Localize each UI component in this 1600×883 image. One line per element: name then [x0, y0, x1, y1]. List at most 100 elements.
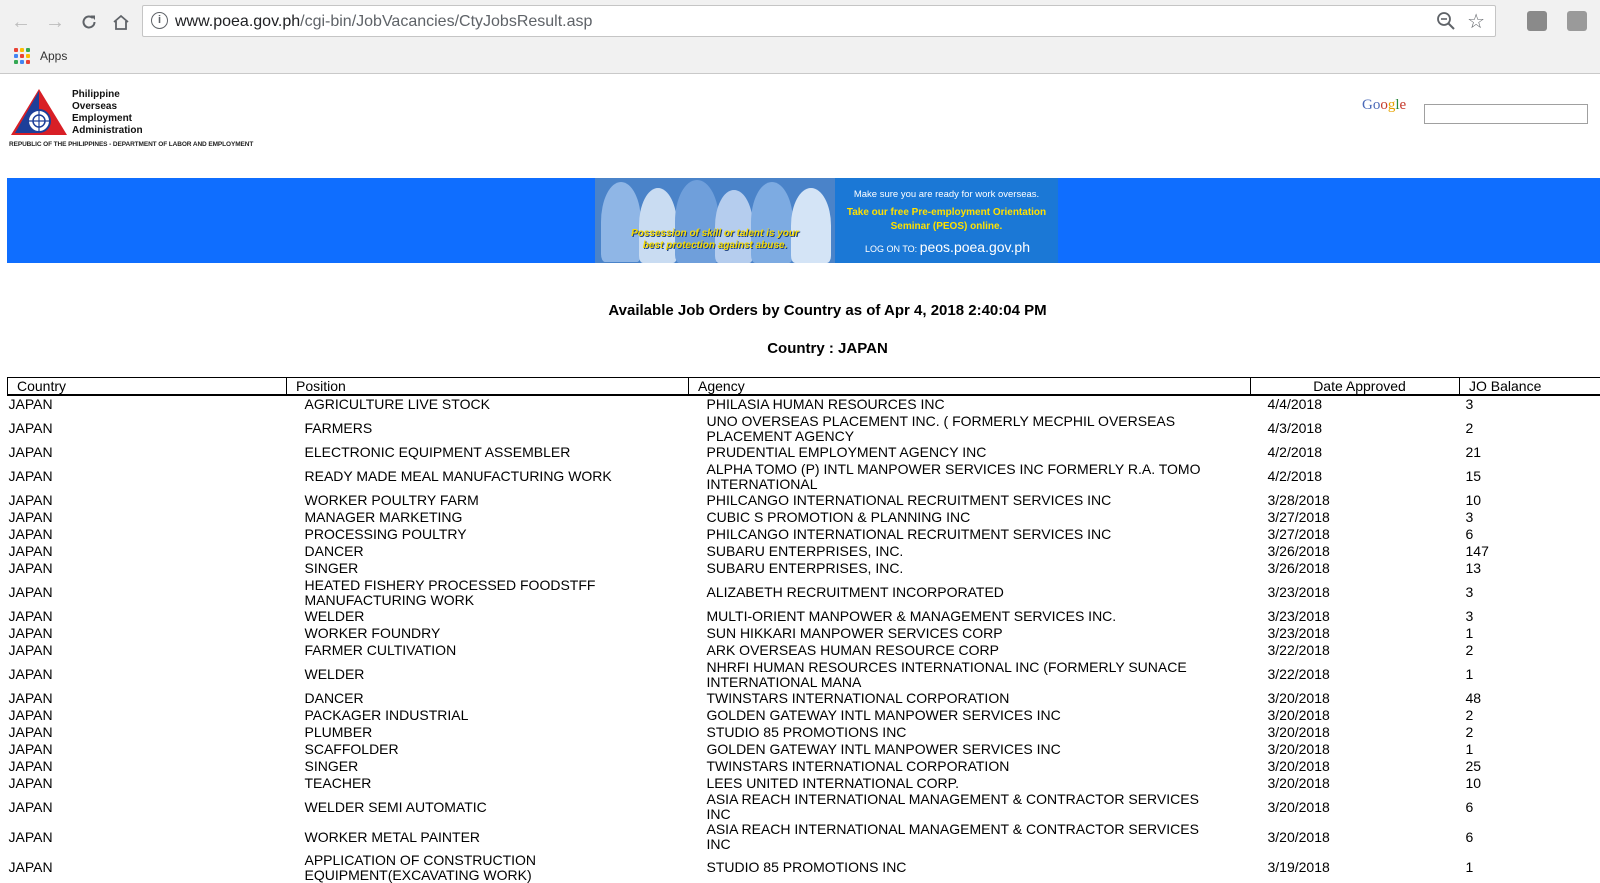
cell-agency: ALIZABETH RECRUITMENT INCORPORATED	[689, 577, 1251, 608]
cell-agency: GOLDEN GATEWAY INTL MANPOWER SERVICES IN…	[689, 741, 1251, 758]
cell-agency: STUDIO 85 PROMOTIONS INC	[689, 852, 1251, 883]
cell-agency: ARK OVERSEAS HUMAN RESOURCE CORP	[689, 642, 1251, 659]
cell-jo-balance: 2	[1460, 413, 1600, 444]
workers-illustration: Possession of skill or talent is your be…	[595, 178, 835, 263]
table-row: JAPANREADY MADE MEAL MANUFACTURING WORKA…	[8, 461, 1600, 492]
banner-message: Make sure you are ready for work oversea…	[835, 178, 1058, 263]
table-row: JAPANFARMER CULTIVATIONARK OVERSEAS HUMA…	[8, 642, 1600, 659]
cell-jo-balance: 6	[1460, 526, 1600, 543]
table-header-row: Country Position Agency Date Approved JO…	[8, 378, 1600, 396]
cell-date-approved: 3/20/2018	[1251, 758, 1460, 775]
cell-agency: PRUDENTIAL EMPLOYMENT AGENCY INC	[689, 444, 1251, 461]
site-search-input[interactable]	[1424, 104, 1588, 124]
cell-position: WORKER POULTRY FARM	[287, 492, 689, 509]
zoom-icon[interactable]	[1435, 10, 1457, 32]
cell-jo-balance: 1	[1460, 741, 1600, 758]
table-row: JAPANSCAFFOLDERGOLDEN GATEWAY INTL MANPO…	[8, 741, 1600, 758]
cell-agency: PHILCANGO INTERNATIONAL RECRUITMENT SERV…	[689, 492, 1251, 509]
banner-caption: Possession of skill or talent is your be…	[625, 228, 805, 252]
table-row: JAPANPLUMBERSTUDIO 85 PROMOTIONS INC3/20…	[8, 724, 1600, 741]
banner-logon: LOG ON TO: peos.poea.gov.ph	[865, 239, 1030, 255]
forward-arrow-icon[interactable]: →	[40, 8, 70, 36]
cell-date-approved: 3/27/2018	[1251, 526, 1460, 543]
cell-country: JAPAN	[8, 775, 287, 792]
poea-emblem-icon	[9, 87, 69, 139]
url-path: /cgi-bin/JobVacancies/CtyJobsResult.asp	[300, 13, 592, 30]
cell-date-approved: 4/3/2018	[1251, 413, 1460, 444]
cell-country: JAPAN	[8, 492, 287, 509]
cell-date-approved: 3/23/2018	[1251, 577, 1460, 608]
cell-agency: NHRFI HUMAN RESOURCES INTERNATIONAL INC …	[689, 659, 1251, 690]
country-heading: Country : JAPAN	[0, 340, 1600, 357]
cell-country: JAPAN	[8, 659, 287, 690]
address-bar[interactable]: i www.poea.gov.ph/cgi-bin/JobVacancies/C…	[142, 5, 1496, 37]
cell-date-approved: 3/20/2018	[1251, 792, 1460, 822]
cell-country: JAPAN	[8, 792, 287, 822]
cell-jo-balance: 2	[1460, 724, 1600, 741]
cell-agency: TWINSTARS INTERNATIONAL CORPORATION	[689, 690, 1251, 707]
home-icon[interactable]	[106, 8, 136, 36]
cell-position: WELDER	[287, 659, 689, 690]
cell-agency: TWINSTARS INTERNATIONAL CORPORATION	[689, 758, 1251, 775]
back-arrow-icon[interactable]: ←	[6, 8, 36, 36]
logo-name: Philippine Overseas Employment Administr…	[72, 89, 143, 137]
cell-jo-balance: 3	[1460, 608, 1600, 625]
cell-country: JAPAN	[8, 577, 287, 608]
cell-position: WORKER METAL PAINTER	[287, 822, 689, 852]
cell-agency: MULTI-ORIENT MANPOWER & MANAGEMENT SERVI…	[689, 608, 1251, 625]
cell-date-approved: 4/4/2018	[1251, 395, 1460, 413]
bookmark-star-icon[interactable]: ☆	[1467, 9, 1485, 34]
cell-country: JAPAN	[8, 758, 287, 775]
cell-position: APPLICATION OF CONSTRUCTION EQUIPMENT(EX…	[287, 852, 689, 883]
cell-country: JAPAN	[8, 707, 287, 724]
apps-grid-icon[interactable]	[14, 48, 30, 64]
table-row: JAPANFARMERSUNO OVERSEAS PLACEMENT INC. …	[8, 413, 1600, 444]
cell-position: SINGER	[287, 758, 689, 775]
cell-position: TEACHER	[287, 775, 689, 792]
cell-jo-balance: 10	[1460, 775, 1600, 792]
column-header-country: Country	[8, 378, 287, 396]
cell-position: PACKAGER INDUSTRIAL	[287, 707, 689, 724]
cell-agency: SUBARU ENTERPRISES, INC.	[689, 560, 1251, 577]
cell-date-approved: 3/23/2018	[1251, 625, 1460, 642]
logo-line: Philippine	[72, 89, 143, 101]
table-row: JAPANELECTRONIC EQUIPMENT ASSEMBLERPRUDE…	[8, 444, 1600, 461]
table-row: JAPANSINGERTWINSTARS INTERNATIONAL CORPO…	[8, 758, 1600, 775]
cell-agency: CUBIC S PROMOTION & PLANNING INC	[689, 509, 1251, 526]
url-text[interactable]: www.poea.gov.ph/cgi-bin/JobVacancies/Cty…	[175, 13, 592, 31]
banner-line1: Make sure you are ready for work oversea…	[835, 189, 1058, 200]
apps-bookmark[interactable]: Apps	[40, 49, 67, 63]
cell-agency: ALPHA TOMO (P) INTL MANPOWER SERVICES IN…	[689, 461, 1251, 492]
site-info-icon[interactable]: i	[151, 12, 168, 29]
banner-logon-site[interactable]: peos.poea.gov.ph	[920, 239, 1030, 255]
bookmarks-bar: Apps	[0, 42, 1600, 70]
cell-date-approved: 3/20/2018	[1251, 775, 1460, 792]
table-row: JAPANWORKER POULTRY FARMPHILCANGO INTERN…	[8, 492, 1600, 509]
cell-date-approved: 3/20/2018	[1251, 822, 1460, 852]
cell-agency: PHILCANGO INTERNATIONAL RECRUITMENT SERV…	[689, 526, 1251, 543]
cell-date-approved: 3/20/2018	[1251, 690, 1460, 707]
cell-jo-balance: 21	[1460, 444, 1600, 461]
table-row: JAPANWORKER FOUNDRYSUN HIKKARI MANPOWER …	[8, 625, 1600, 642]
cell-date-approved: 3/26/2018	[1251, 543, 1460, 560]
cell-country: JAPAN	[8, 560, 287, 577]
cell-jo-balance: 25	[1460, 758, 1600, 775]
cell-position: WORKER FOUNDRY	[287, 625, 689, 642]
cell-country: JAPAN	[8, 642, 287, 659]
extension-pdf-icon[interactable]	[1567, 11, 1587, 31]
extension-bag-icon[interactable]	[1527, 11, 1547, 31]
reload-icon[interactable]	[74, 8, 104, 36]
cell-jo-balance: 6	[1460, 792, 1600, 822]
cell-country: JAPAN	[8, 608, 287, 625]
cell-agency: SUN HIKKARI MANPOWER SERVICES CORP	[689, 625, 1251, 642]
cell-agency: PHILASIA HUMAN RESOURCES INC	[689, 395, 1251, 413]
poea-logo[interactable]: Philippine Overseas Employment Administr…	[9, 87, 299, 149]
banner-logon-prefix: LOG ON TO:	[865, 244, 917, 254]
table-row: JAPANMANAGER MARKETINGCUBIC S PROMOTION …	[8, 509, 1600, 526]
table-row: JAPANWELDERNHRFI HUMAN RESOURCES INTERNA…	[8, 659, 1600, 690]
cell-country: JAPAN	[8, 413, 287, 444]
table-row: JAPANWELDER SEMI AUTOMATICASIA REACH INT…	[8, 792, 1600, 822]
peos-banner[interactable]: Possession of skill or talent is your be…	[595, 178, 1058, 263]
table-row: JAPANAPPLICATION OF CONSTRUCTION EQUIPME…	[8, 852, 1600, 883]
cell-jo-balance: 2	[1460, 707, 1600, 724]
